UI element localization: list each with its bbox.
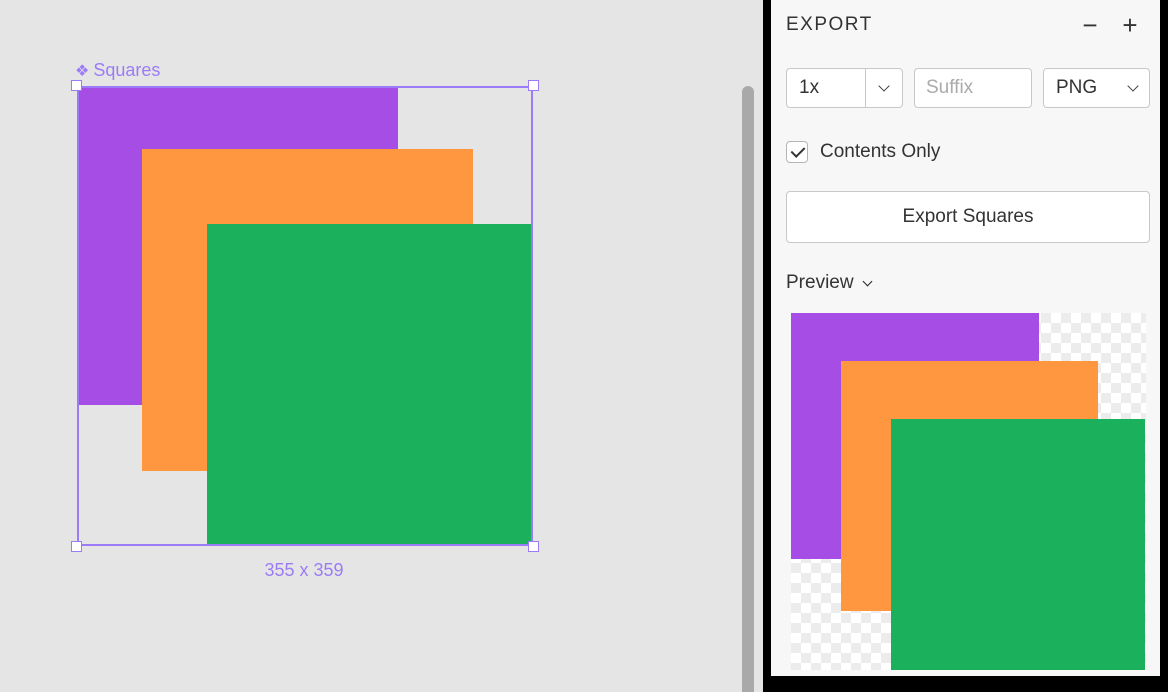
format-value: PNG (1056, 77, 1098, 98)
add-export-button[interactable]: + (1117, 8, 1143, 42)
export-title: EXPORT (786, 14, 873, 35)
export-panel: EXPORT − + 1x Suffix PNG Contents Only E… (771, 0, 1160, 676)
resize-handle-top-left[interactable] (71, 80, 82, 91)
scale-value[interactable]: 1x (787, 77, 865, 99)
suffix-input[interactable]: Suffix (914, 68, 1032, 108)
scale-select[interactable]: 1x (786, 68, 903, 108)
chevron-down-icon (862, 276, 873, 286)
selection-dimensions: 355 x 359 (264, 560, 344, 580)
format-select[interactable]: PNG (1043, 68, 1150, 108)
resize-handle-bottom-left[interactable] (71, 541, 82, 552)
resize-handle-top-right[interactable] (528, 80, 539, 91)
remove-export-button[interactable]: − (1077, 8, 1103, 42)
contents-only-label[interactable]: Contents Only (820, 141, 940, 163)
component-symbol-icon: ❖ (75, 62, 90, 80)
artboard-label[interactable]: ❖ Squares (75, 60, 160, 81)
chevron-down-icon (1127, 80, 1139, 92)
canvas-scrollbar[interactable] (742, 86, 754, 692)
resize-handle-bottom-right[interactable] (528, 541, 539, 552)
scale-dropdown-button[interactable] (865, 69, 902, 107)
export-button[interactable]: Export Squares (786, 191, 1150, 243)
selection-box[interactable] (77, 86, 533, 546)
preview-label: Preview (786, 272, 854, 293)
design-canvas[interactable]: ❖ Squares 355 x 359 (0, 0, 762, 692)
artboard-name: Squares (93, 60, 161, 80)
export-preview (791, 313, 1146, 670)
preview-green-square (891, 419, 1145, 670)
preview-toggle[interactable]: Preview (786, 272, 873, 294)
contents-only-option[interactable]: Contents Only (786, 141, 940, 163)
chevron-down-icon (878, 80, 890, 92)
checkmark-icon (790, 143, 806, 158)
contents-only-checkbox[interactable] (786, 141, 808, 163)
inspector-frame: EXPORT − + 1x Suffix PNG Contents Only E… (763, 0, 1168, 692)
